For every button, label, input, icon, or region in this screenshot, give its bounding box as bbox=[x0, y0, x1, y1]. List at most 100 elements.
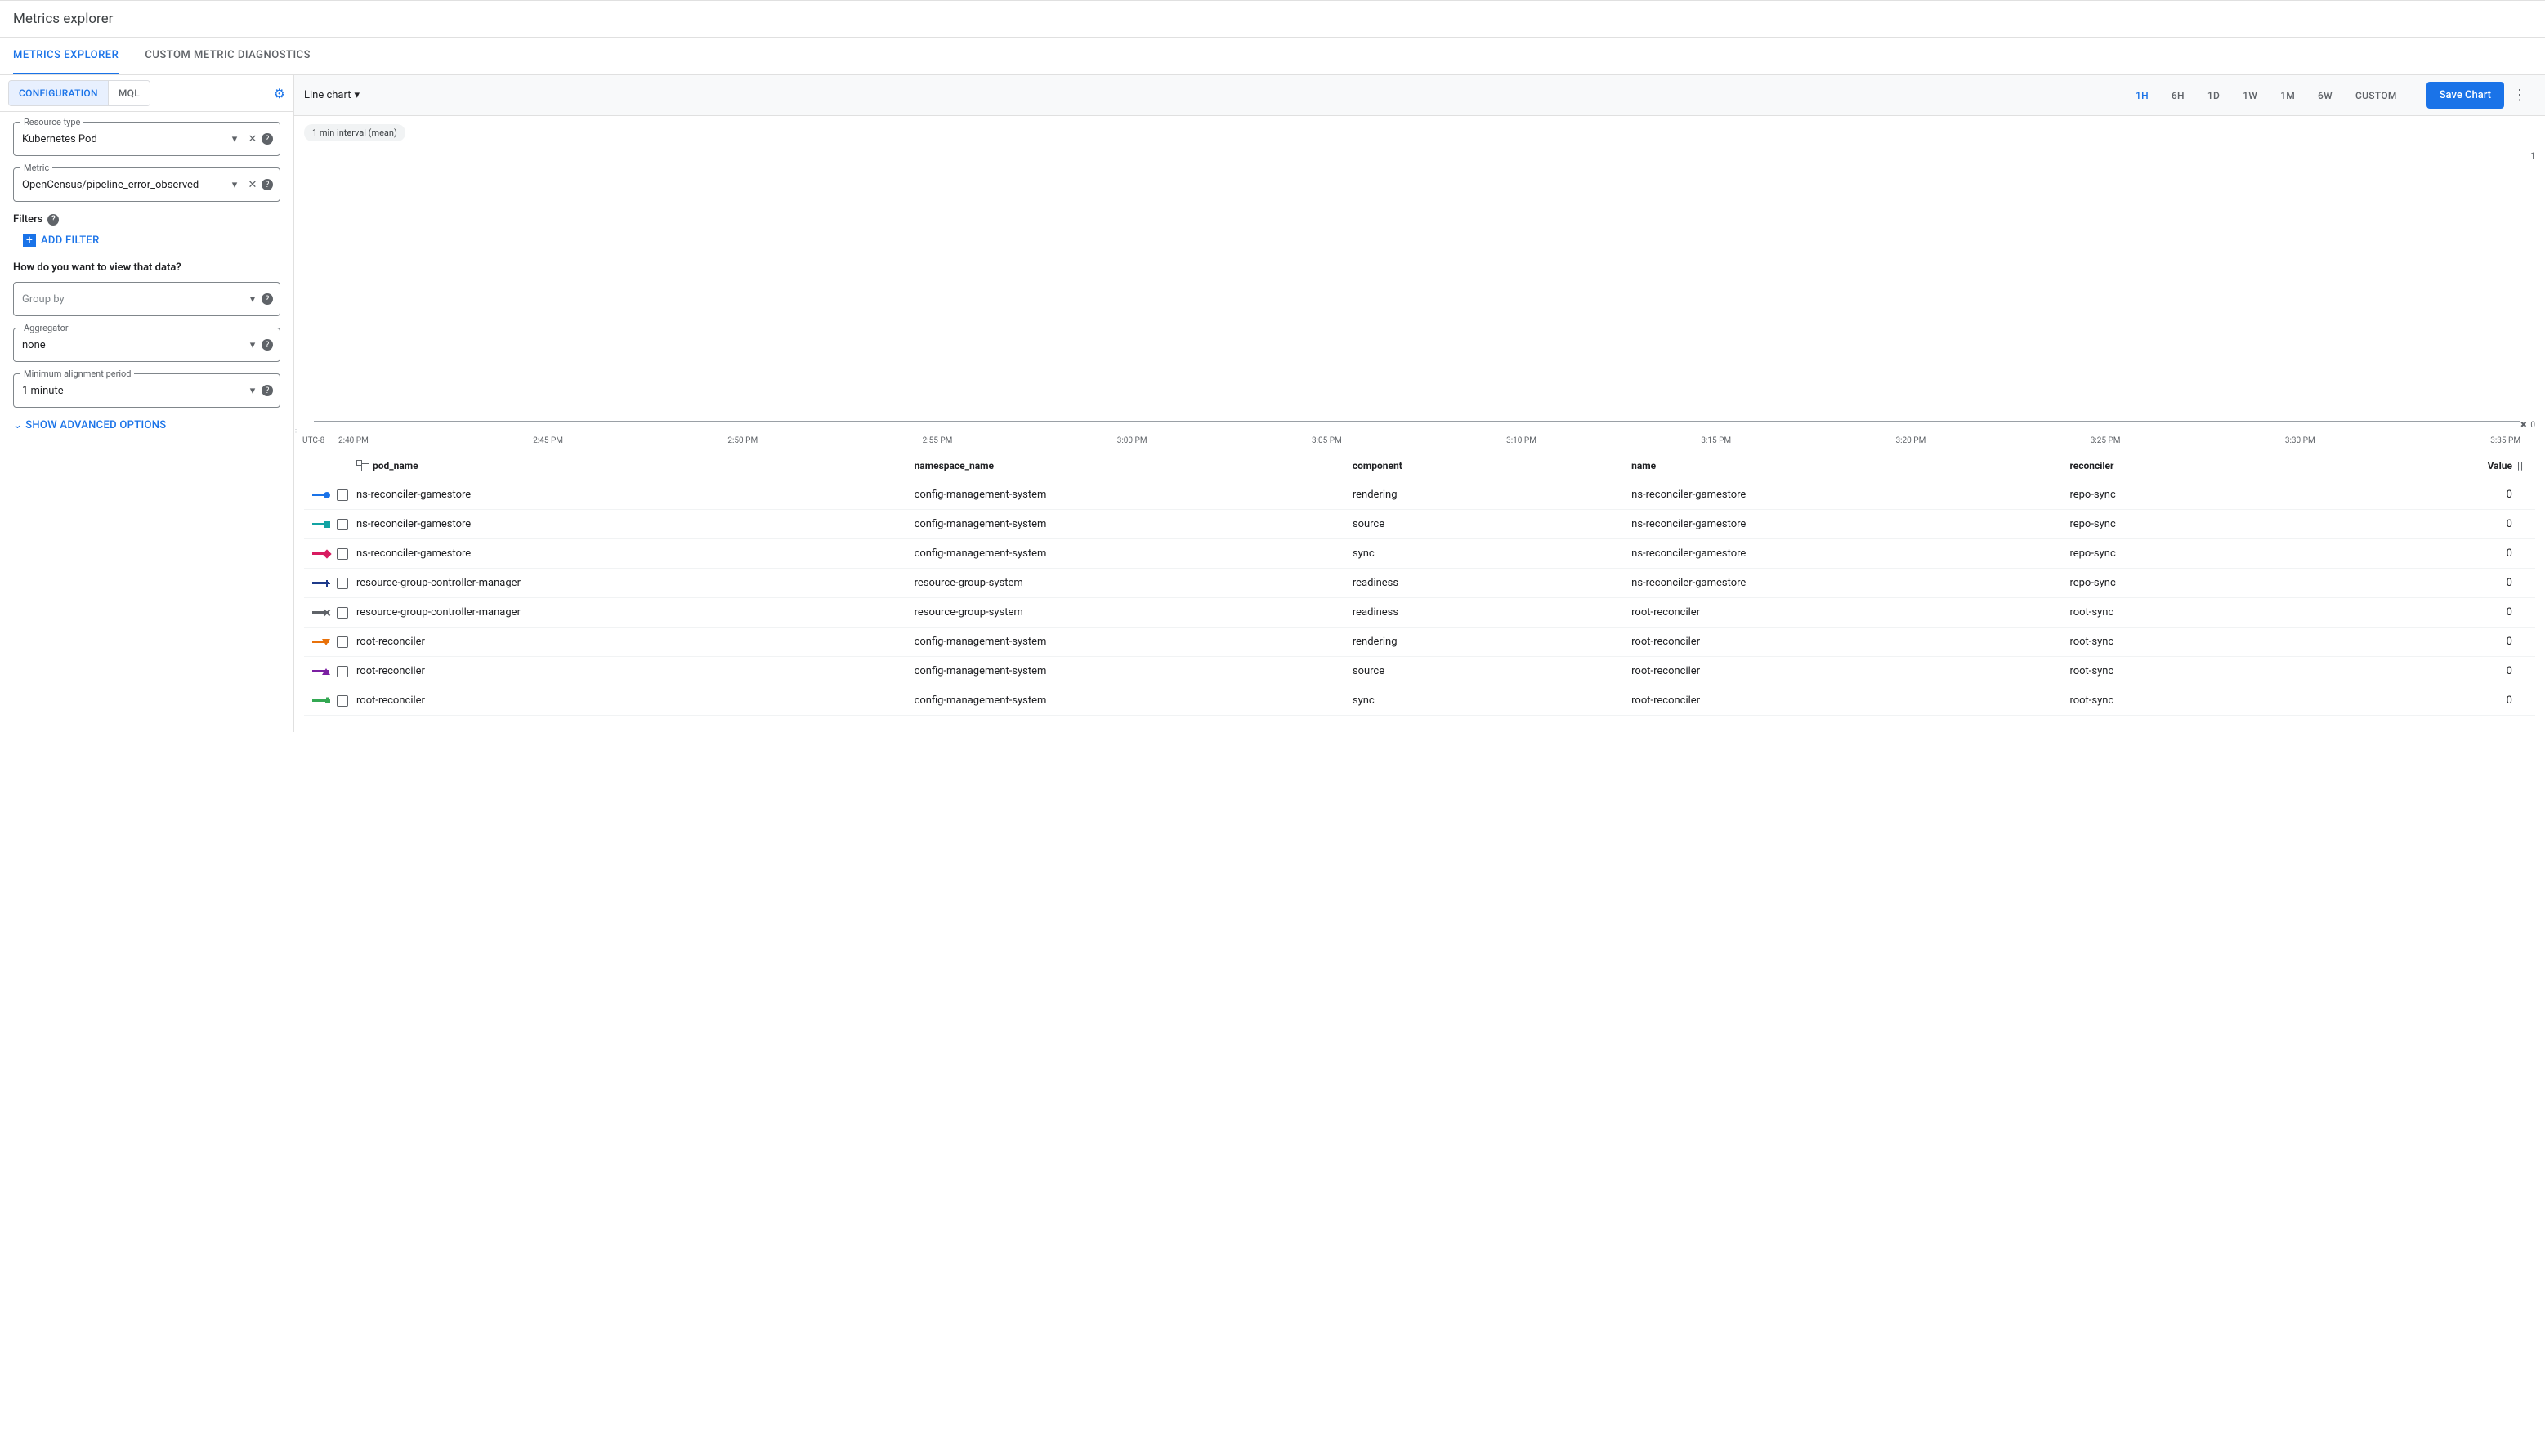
cell-pod-name: ns-reconciler-gamestore bbox=[356, 518, 915, 530]
interval-chip[interactable]: 1 min interval (mean) bbox=[304, 124, 405, 141]
time-range-custom[interactable]: CUSTOM bbox=[2344, 83, 2409, 108]
y-axis-max: 1 bbox=[2530, 152, 2535, 161]
chevron-down-icon[interactable]: ▾ bbox=[226, 176, 244, 194]
cell-name: root-reconciler bbox=[1631, 695, 2069, 707]
help-icon[interactable]: ? bbox=[262, 293, 273, 305]
col-header-component[interactable]: component bbox=[1353, 460, 1631, 471]
x-tick: 2:40 PM bbox=[338, 436, 533, 445]
cell-reconciler: repo-sync bbox=[2069, 547, 2468, 560]
filters-section-label: Filters ? bbox=[13, 213, 280, 226]
chevron-down-icon[interactable]: ▾ bbox=[226, 130, 244, 148]
cell-component: sync bbox=[1353, 547, 1631, 560]
metric-select[interactable]: Metric OpenCensus/pipeline_error_observe… bbox=[13, 167, 280, 202]
cell-namespace: config-management-system bbox=[915, 695, 1353, 707]
col-header-reconciler[interactable]: reconciler bbox=[2069, 460, 2468, 471]
time-range-6w[interactable]: 6W bbox=[2306, 83, 2344, 108]
table-row[interactable]: ns-reconciler-gamestoreconfig-management… bbox=[304, 539, 2535, 569]
time-range-group: 1H 6H 1D 1W 1M 6W CUSTOM bbox=[2124, 83, 2409, 108]
series-marker-icon bbox=[312, 552, 329, 555]
show-advanced-options[interactable]: ⌄ SHOW ADVANCED OPTIONS bbox=[13, 419, 280, 431]
table-header: pod_name namespace_name component name r… bbox=[304, 452, 2535, 480]
cell-pod-name: ns-reconciler-gamestore bbox=[356, 547, 915, 560]
cell-value: 0 bbox=[2468, 606, 2517, 619]
view-prompt: How do you want to view that data? bbox=[13, 261, 280, 274]
x-tick: 2:50 PM bbox=[727, 436, 922, 445]
x-tick: 3:30 PM bbox=[2285, 436, 2480, 445]
cell-reconciler: root-sync bbox=[2069, 606, 2468, 619]
table-row[interactable]: root-reconcilerconfig-management-systemr… bbox=[304, 628, 2535, 657]
clear-resource-icon[interactable]: ✕ bbox=[244, 130, 262, 148]
page-header: Metrics explorer bbox=[0, 0, 2545, 38]
help-icon[interactable]: ? bbox=[262, 133, 273, 145]
mode-configuration[interactable]: CONFIGURATION bbox=[9, 81, 108, 105]
chevron-down-icon[interactable]: ▾ bbox=[244, 290, 262, 308]
cell-pod-name: resource-group-controller-manager bbox=[356, 577, 915, 589]
help-icon[interactable]: ? bbox=[262, 179, 273, 190]
cell-component: source bbox=[1353, 518, 1631, 530]
cell-value: 0 bbox=[2468, 636, 2517, 648]
group-by-select[interactable]: Group by ▾ ? bbox=[13, 282, 280, 316]
save-chart-button[interactable]: Save Chart bbox=[2426, 82, 2504, 109]
series-checkbox[interactable] bbox=[337, 548, 348, 560]
chevron-down-icon: ▾ bbox=[354, 89, 360, 101]
table-row[interactable]: root-reconcilerconfig-management-systems… bbox=[304, 686, 2535, 716]
table-row[interactable]: ns-reconciler-gamestoreconfig-management… bbox=[304, 480, 2535, 510]
col-header-name[interactable]: name bbox=[1631, 460, 2069, 471]
time-range-1w[interactable]: 1W bbox=[2231, 83, 2269, 108]
series-checkbox[interactable] bbox=[337, 489, 348, 501]
time-range-1m[interactable]: 1M bbox=[2269, 83, 2306, 108]
cell-namespace: resource-group-system bbox=[915, 577, 1353, 589]
chart-type-dropdown[interactable]: Line chart ▾ bbox=[304, 89, 360, 101]
mode-mql[interactable]: MQL bbox=[108, 81, 150, 105]
sidebar-toolbar: CONFIGURATION MQL ⚙ bbox=[0, 75, 293, 112]
min-alignment-select[interactable]: Minimum alignment period 1 minute ▾ ? bbox=[13, 373, 280, 408]
mode-toggle: CONFIGURATION MQL bbox=[8, 80, 150, 106]
help-icon[interactable]: ? bbox=[47, 214, 59, 226]
col-header-pod-name[interactable]: pod_name bbox=[373, 460, 418, 471]
clear-metric-icon[interactable]: ✕ bbox=[244, 176, 262, 194]
x-tick: 3:10 PM bbox=[1506, 436, 1701, 445]
cell-namespace: resource-group-system bbox=[915, 606, 1353, 619]
series-checkbox[interactable] bbox=[337, 695, 348, 707]
series-marker-icon bbox=[312, 582, 329, 584]
column-settings-icon[interactable]: ||| bbox=[2517, 460, 2522, 471]
cell-namespace: config-management-system bbox=[915, 665, 1353, 677]
aggregator-value: none bbox=[22, 339, 244, 351]
help-icon[interactable]: ? bbox=[262, 339, 273, 351]
more-options-icon[interactable]: ⋮ bbox=[2504, 87, 2535, 104]
dimensions-icon[interactable] bbox=[356, 460, 368, 471]
chart-plot-area[interactable]: 1 ✖ 0 bbox=[294, 150, 2545, 436]
chevron-down-icon[interactable]: ▾ bbox=[244, 382, 262, 400]
series-checkbox[interactable] bbox=[337, 666, 348, 677]
table-row[interactable]: ns-reconciler-gamestoreconfig-management… bbox=[304, 510, 2535, 539]
series-marker-icon bbox=[312, 523, 329, 525]
resource-type-select[interactable]: Resource type Kubernetes Pod ▾ ✕ ? bbox=[13, 122, 280, 156]
col-header-value[interactable]: Value bbox=[2468, 460, 2517, 471]
series-checkbox[interactable] bbox=[337, 636, 348, 648]
chevron-down-icon[interactable]: ▾ bbox=[244, 336, 262, 354]
table-row[interactable]: resource-group-controller-managerresourc… bbox=[304, 569, 2535, 598]
series-marker-icon bbox=[312, 611, 329, 614]
aggregator-select[interactable]: Aggregator none ▾ ? bbox=[13, 328, 280, 362]
tab-custom-metric-diagnostics[interactable]: CUSTOM METRIC DIAGNOSTICS bbox=[145, 38, 311, 74]
cell-name: root-reconciler bbox=[1631, 636, 2069, 648]
time-range-1d[interactable]: 1D bbox=[2196, 83, 2231, 108]
reset-zoom-icon[interactable]: ✖ bbox=[2520, 421, 2527, 430]
time-range-6h[interactable]: 6H bbox=[2160, 83, 2196, 108]
time-range-1h[interactable]: 1H bbox=[2124, 83, 2160, 108]
tab-metrics-explorer[interactable]: METRICS EXPLORER bbox=[13, 38, 119, 74]
add-filter-label: ADD FILTER bbox=[41, 234, 100, 247]
gear-icon[interactable]: ⚙ bbox=[274, 86, 285, 101]
help-icon[interactable]: ? bbox=[262, 385, 273, 396]
series-checkbox[interactable] bbox=[337, 578, 348, 589]
series-checkbox[interactable] bbox=[337, 519, 348, 530]
x-tick: 3:35 PM bbox=[2480, 436, 2520, 445]
col-header-namespace[interactable]: namespace_name bbox=[915, 460, 1353, 471]
table-row[interactable]: root-reconcilerconfig-management-systems… bbox=[304, 657, 2535, 686]
y-axis-min: 0 bbox=[2530, 421, 2535, 430]
cell-component: rendering bbox=[1353, 636, 1631, 648]
series-checkbox[interactable] bbox=[337, 607, 348, 619]
add-filter-button[interactable]: + ADD FILTER bbox=[23, 234, 280, 247]
cell-name: ns-reconciler-gamestore bbox=[1631, 547, 2069, 560]
table-row[interactable]: resource-group-controller-managerresourc… bbox=[304, 598, 2535, 628]
